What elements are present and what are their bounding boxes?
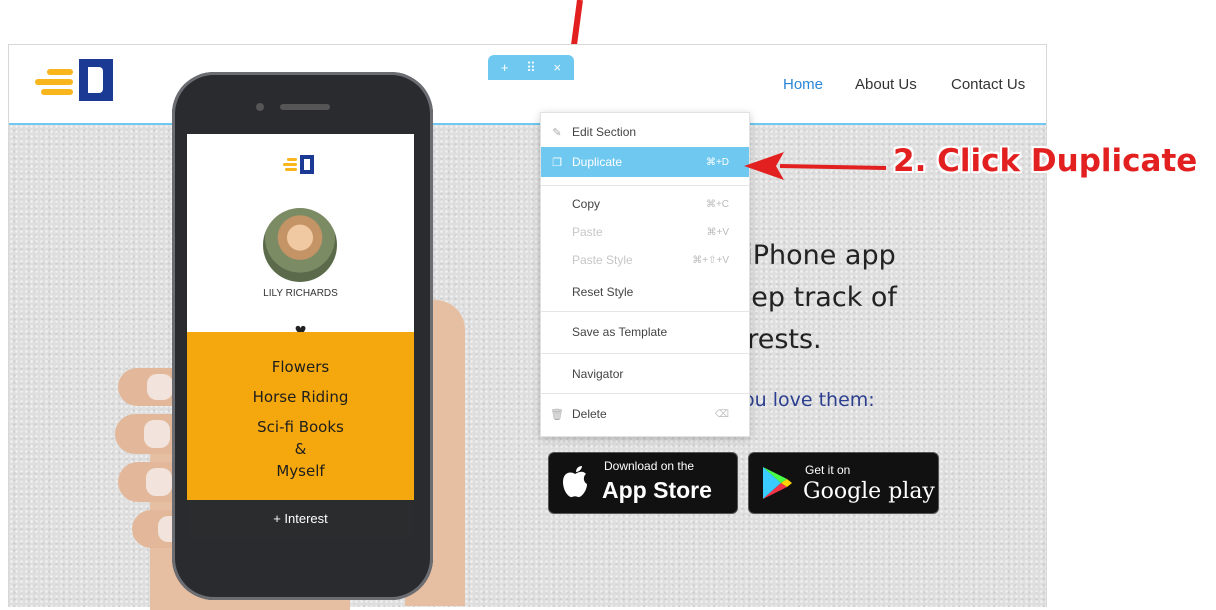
hero-subtext: ou love them: <box>743 389 875 411</box>
google-play-small: Get it on <box>805 463 851 477</box>
app-logo <box>283 154 319 176</box>
avatar <box>263 208 337 282</box>
context-menu: ✎ Edit Section ❐ Duplicate ⌘+D Copy ⌘+C … <box>540 112 750 437</box>
profile-name: LILY RICHARDS <box>263 288 338 299</box>
menu-item-paste: Paste ⌘+V <box>572 225 729 239</box>
add-interest-button[interactable]: + Interest <box>187 500 414 538</box>
interest-item: Sci-fi Books <box>257 418 344 436</box>
site-logo[interactable] <box>35 59 115 107</box>
phone-screen: LILY RICHARDS ♥ Flowers Horse Riding Sci… <box>187 134 414 538</box>
menu-item-paste-style: Paste Style ⌘+⇧+V <box>572 253 729 267</box>
nav-home[interactable]: Home <box>783 76 823 93</box>
section-handle[interactable]: + ⠿ × <box>488 55 574 80</box>
interest-item: Horse Riding <box>252 388 349 406</box>
trash-icon: 🗑 <box>550 408 564 421</box>
backspace-icon: ⌫ <box>714 408 729 420</box>
interest-item: Myself <box>276 462 325 480</box>
phone-camera <box>256 103 264 111</box>
app-store-big: App Store <box>602 477 712 503</box>
app-store-small: Download on the <box>604 459 695 473</box>
add-section-icon[interactable]: + <box>501 60 509 75</box>
annotation-arrow-left <box>744 152 887 180</box>
menu-item-edit-section[interactable]: ✎ Edit Section <box>541 119 749 145</box>
duplicate-icon: ❐ <box>552 156 562 169</box>
move-section-icon[interactable]: ⠿ <box>526 60 536 76</box>
page-top-strip <box>0 0 1216 44</box>
menu-item-reset-style[interactable]: Reset Style <box>541 279 749 305</box>
nav-contact-us[interactable]: Contact Us <box>951 76 1025 93</box>
menu-item-navigator[interactable]: Navigator <box>541 361 749 387</box>
menu-item-duplicate[interactable]: ❐ Duplicate ⌘+D <box>541 147 749 177</box>
interests-panel: Flowers Horse Riding Sci-fi Books & Myse… <box>187 332 414 500</box>
apple-icon <box>563 466 587 498</box>
google-play-button[interactable]: Get it on Google play <box>748 452 939 514</box>
close-section-icon[interactable]: × <box>554 60 562 75</box>
google-play-big: Google play <box>803 479 935 504</box>
google-play-icon <box>763 467 792 499</box>
menu-item-delete[interactable]: 🗑 Delete ⌫ <box>541 401 749 427</box>
interest-item: & <box>294 440 307 458</box>
menu-item-save-as-template[interactable]: Save as Template <box>541 319 749 345</box>
interest-item: Flowers <box>271 358 330 376</box>
phone-speaker <box>280 104 330 110</box>
annotation-callout: 2. Click Duplicate <box>893 143 1198 179</box>
nav-about-us[interactable]: About Us <box>855 76 917 93</box>
pencil-icon: ✎ <box>552 126 562 139</box>
app-store-button[interactable]: Download on the App Store <box>548 452 738 514</box>
section-outline <box>9 123 1046 125</box>
menu-item-copy[interactable]: Copy ⌘+C <box>541 191 749 217</box>
